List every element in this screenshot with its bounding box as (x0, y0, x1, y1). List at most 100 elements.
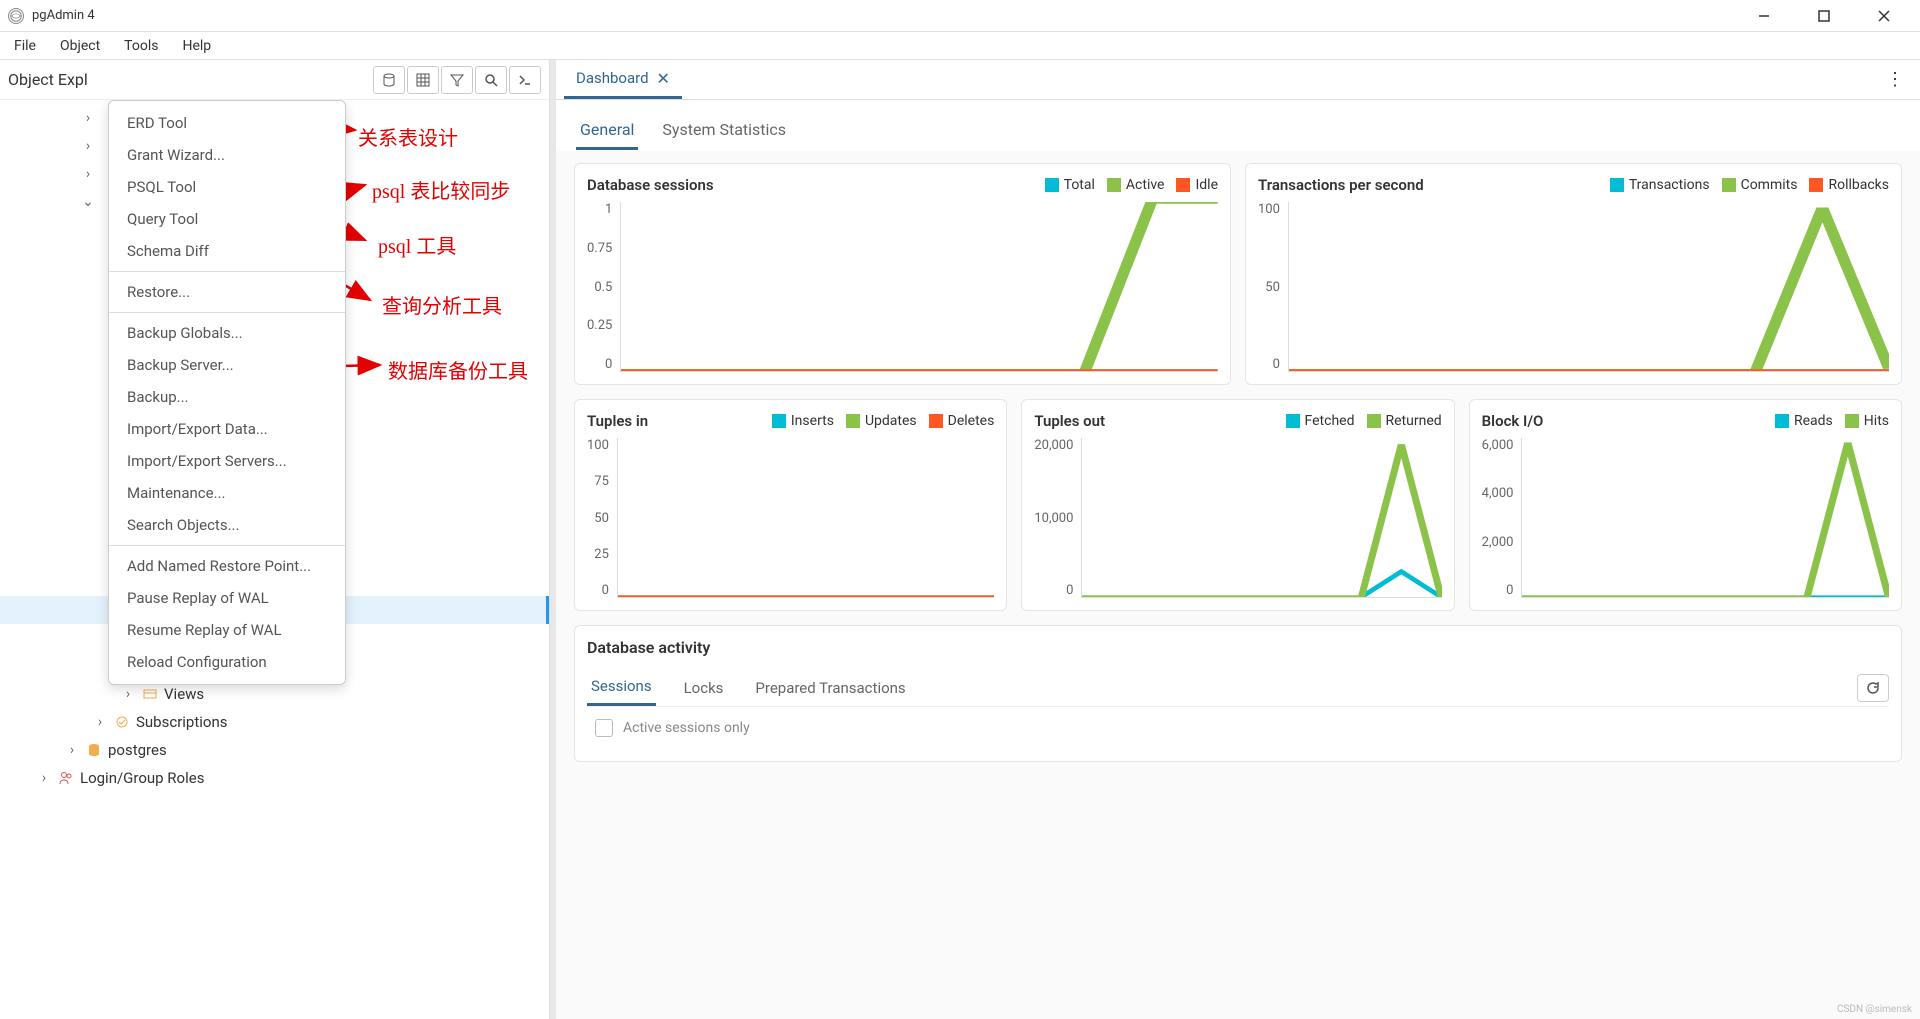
legend-item: Transactions (1610, 177, 1710, 193)
chevron-right-icon[interactable]: › (80, 138, 96, 154)
chevron-down-icon[interactable]: ⌄ (80, 194, 96, 210)
tree-label: Subscriptions (136, 713, 227, 731)
y-axis: 10.750.50.250 (587, 202, 620, 372)
watermark: CSDN @simensk (1837, 1004, 1912, 1015)
chevron-icon[interactable]: › (36, 770, 52, 786)
menu-backup[interactable]: Backup... (109, 381, 345, 413)
menu-pause-wal[interactable]: Pause Replay of WAL (109, 582, 345, 614)
menu-maintenance[interactable]: Maintenance... (109, 477, 345, 509)
app-icon (8, 8, 24, 24)
database-icon (84, 742, 104, 758)
tab-label: Dashboard (576, 69, 649, 87)
menu-divider (109, 545, 345, 546)
close-icon[interactable]: ✕ (657, 69, 670, 88)
filter-icon[interactable] (441, 66, 473, 94)
menu-query-tool[interactable]: Query Tool (109, 203, 345, 235)
activity-tab-sessions[interactable]: Sessions (587, 669, 656, 706)
legend-item: Idle (1176, 177, 1218, 193)
tree-label: postgres (108, 741, 167, 759)
view-icon (140, 686, 160, 702)
chart-tps: Transactions per second Transactions Commi… (1245, 163, 1902, 385)
legend-item: Rollbacks (1809, 177, 1889, 193)
chart-title: Tuples out (1034, 412, 1105, 430)
legend-item: Deletes (929, 413, 995, 429)
y-axis: 1007550250 (587, 438, 617, 598)
tree-label: Login/Group Roles (80, 769, 204, 787)
menu-file[interactable]: File (4, 34, 46, 58)
legend-item: Commits (1722, 177, 1798, 193)
activity-tab-locks[interactable]: Locks (680, 671, 728, 705)
menu-divider (109, 312, 345, 313)
legend-item: Updates (846, 413, 917, 429)
chevron-icon[interactable]: › (92, 714, 108, 730)
active-sessions-checkbox[interactable] (595, 719, 613, 737)
chart-title: Transactions per second (1258, 176, 1424, 194)
menu-restore[interactable]: Restore... (109, 276, 345, 308)
menu-grant-wizard[interactable]: Grant Wizard... (109, 139, 345, 171)
roles-icon (56, 770, 76, 786)
active-sessions-label: Active sessions only (623, 720, 750, 736)
menu-resume-wal[interactable]: Resume Replay of WAL (109, 614, 345, 646)
plot-area (1081, 438, 1441, 598)
y-axis: 20,00010,0000 (1034, 438, 1081, 598)
psql-icon[interactable] (509, 66, 541, 94)
chevron-right-icon[interactable]: › (80, 166, 96, 182)
tree-item[interactable]: › Login/Group Roles (0, 764, 549, 792)
y-axis: 100500 (1258, 202, 1288, 372)
chevron-right-icon[interactable]: › (80, 110, 96, 126)
legend-item: Hits (1845, 413, 1889, 429)
object-explorer-title: Object Expl (8, 70, 373, 89)
maximize-button[interactable] (1804, 4, 1844, 28)
menu-import-export-data[interactable]: Import/Export Data... (109, 413, 345, 445)
legend-item: Active (1107, 177, 1165, 193)
menu-backup-server[interactable]: Backup Server... (109, 349, 345, 381)
activity-title: Database activity (587, 638, 1889, 657)
tree-item[interactable]: › Subscriptions (0, 708, 549, 736)
tree-item[interactable]: › postgres (0, 736, 549, 764)
menu-reload-config[interactable]: Reload Configuration (109, 646, 345, 678)
menu-psql-tool[interactable]: PSQL Tool (109, 171, 345, 203)
subscription-icon (112, 714, 132, 730)
tree-label: Views (164, 685, 204, 703)
tab-dashboard[interactable]: Dashboard ✕ (564, 61, 682, 99)
chart-block_io: Block I/OReadsHits6,0004,0002,0000 (1469, 399, 1902, 611)
kebab-menu-icon[interactable]: ⋮ (1886, 69, 1904, 90)
menu-erd-tool[interactable]: ERD Tool (109, 107, 345, 139)
menu-add-restore-point[interactable]: Add Named Restore Point... (109, 550, 345, 582)
legend-item: Fetched (1286, 413, 1355, 429)
menu-tools[interactable]: Tools (114, 34, 168, 58)
chart-sessions: Database sessions Total Active Idle 10.750.5… (574, 163, 1231, 385)
subtab-general[interactable]: General (576, 112, 638, 150)
tools-dropdown-menu: ERD Tool Grant Wizard... PSQL Tool Query… (108, 100, 346, 685)
chart-title: Database sessions (587, 176, 714, 194)
activity-tab-prepared[interactable]: Prepared Transactions (751, 671, 909, 705)
object-explorer-panel: Object Expl › › › ⌄ ERD Tool Grant Wizar… (0, 60, 550, 1019)
minimize-button[interactable] (1744, 4, 1784, 28)
database-activity-card: Database activity Sessions Locks Prepare… (574, 625, 1902, 762)
menubar: File Object Tools Help (0, 32, 1920, 60)
legend-item: Inserts (772, 413, 834, 429)
menu-search-objects[interactable]: Search Objects... (109, 509, 345, 541)
chevron-icon[interactable]: › (64, 742, 80, 758)
legend-item: Returned (1367, 413, 1442, 429)
refresh-button[interactable] (1857, 674, 1889, 702)
legend-item: Total (1045, 177, 1095, 193)
query-tool-icon[interactable] (373, 66, 405, 94)
chevron-icon[interactable]: › (120, 686, 136, 702)
plot-area (620, 202, 1218, 372)
menu-schema-diff[interactable]: Schema Diff (109, 235, 345, 267)
y-axis: 6,0004,0002,0000 (1482, 438, 1522, 598)
search-icon[interactable] (475, 66, 507, 94)
object-tree[interactable]: › › › ⌄ ERD Tool Grant Wizard... PSQL To… (0, 100, 549, 1019)
chart-title: Tuples in (587, 412, 648, 430)
menu-backup-globals[interactable]: Backup Globals... (109, 317, 345, 349)
close-button[interactable] (1864, 4, 1904, 28)
menu-help[interactable]: Help (172, 34, 221, 58)
subtab-system-stats[interactable]: System Statistics (658, 112, 790, 150)
menu-import-export-servers[interactable]: Import/Export Servers... (109, 445, 345, 477)
chart-tuples_out: Tuples out Fetched Returned 20,00010,0000 (1021, 399, 1454, 611)
window-title: pgAdmin 4 (32, 8, 1744, 23)
menu-object[interactable]: Object (50, 34, 110, 58)
view-data-icon[interactable] (407, 66, 439, 94)
dashboard-panel: Dashboard ✕ ⋮ General System Statistics … (556, 60, 1920, 1019)
